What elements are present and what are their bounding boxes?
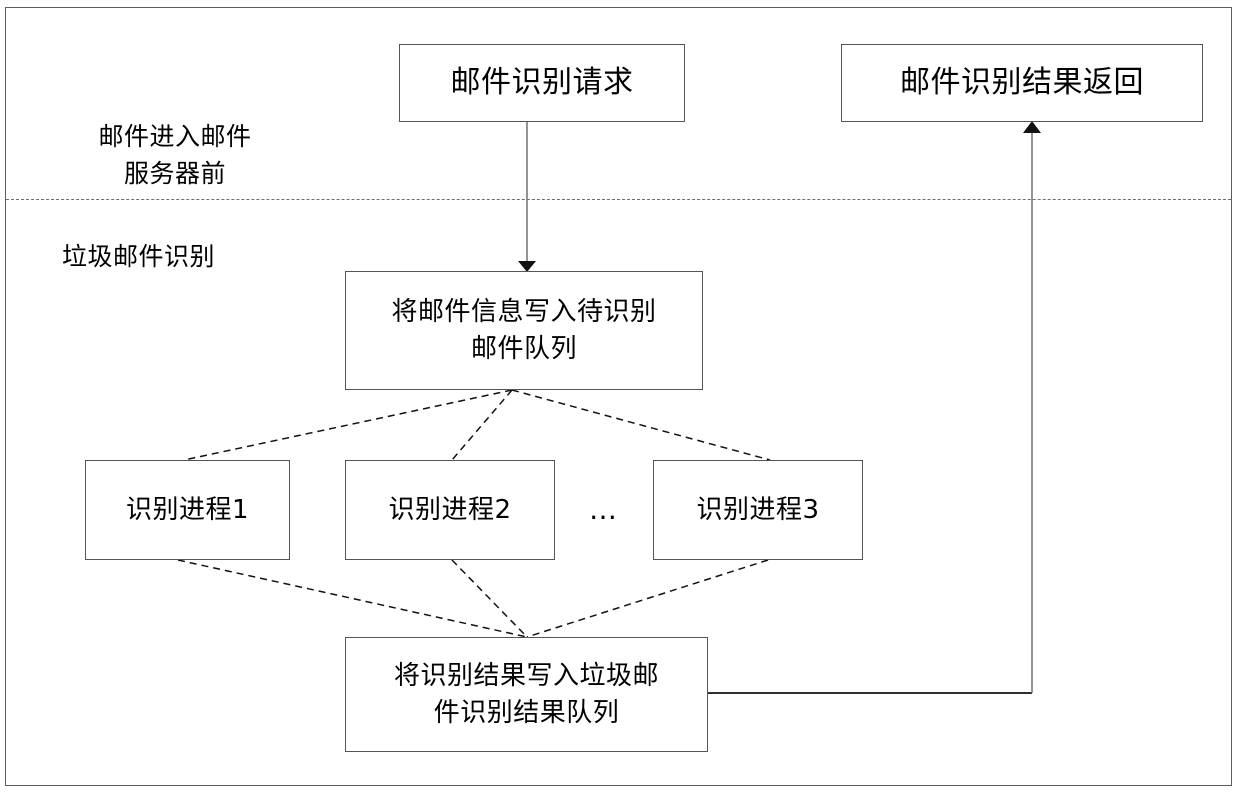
node-identify-process-3-label: 识别进程3 xyxy=(696,494,820,525)
node-write-result-to-queue: 将识别结果写入垃圾邮 件识别结果队列 xyxy=(345,637,708,752)
node-identify-process-1: 识别进程1 xyxy=(85,460,290,560)
band-label-spam-identification: 垃圾邮件识别 xyxy=(62,242,216,271)
node-mail-identify-request: 邮件识别请求 xyxy=(399,44,685,122)
figure-canvas: 邮件进入邮件 服务器前 垃圾邮件识别 邮件识别请求 邮件识别结果返回 将邮件信息… xyxy=(0,0,1240,797)
node-write-mail-info-to-queue: 将邮件信息写入待识别 邮件队列 xyxy=(345,271,703,390)
node-identify-process-1-label: 识别进程1 xyxy=(125,494,250,525)
node-mail-identify-result-return-label: 邮件识别结果返回 xyxy=(900,64,1144,100)
band-label-before-mail-server: 邮件进入邮件 服务器前 xyxy=(98,122,252,188)
node-identify-process-3: 识别进程3 xyxy=(653,460,863,560)
node-mail-identify-result-return: 邮件识别结果返回 xyxy=(841,44,1203,122)
node-identify-process-2-label: 识别进程2 xyxy=(388,494,512,525)
processes-ellipsis: … xyxy=(589,493,619,526)
node-identify-process-2: 识别进程2 xyxy=(345,460,555,560)
node-mail-identify-request-label: 邮件识别请求 xyxy=(450,64,634,100)
node-write-result-to-queue-label: 将识别结果写入垃圾邮 件识别结果队列 xyxy=(393,660,659,728)
node-write-mail-info-to-queue-label: 将邮件信息写入待识别 邮件队列 xyxy=(391,296,657,364)
band-divider-dashed-line xyxy=(6,199,1231,200)
